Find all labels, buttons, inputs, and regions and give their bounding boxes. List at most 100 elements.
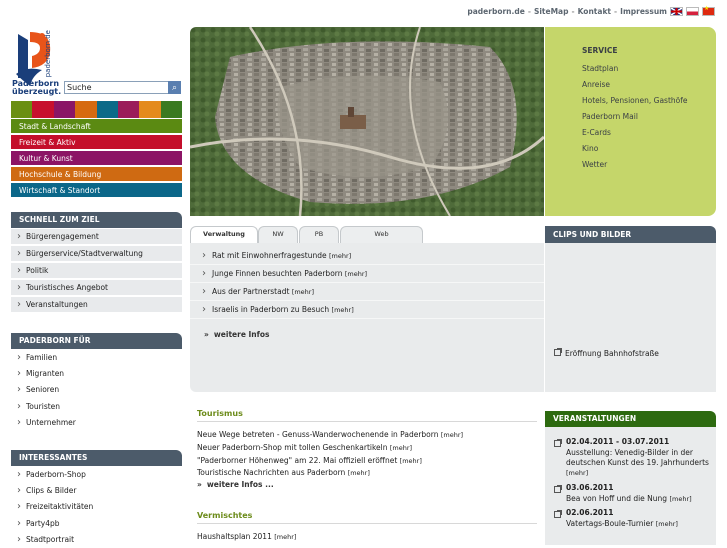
tab-nw[interactable]: NW [258, 226, 298, 243]
clips-panel: Eröffnung Bahnhofstraße [545, 243, 716, 392]
news-text: Rat mit Einwohnerfragestunde [212, 251, 327, 260]
event-text[interactable]: Ausstellung: Venedig-Bilder in der deuts… [566, 448, 712, 478]
logo-domain-text: paderborn.de [44, 30, 52, 78]
fuer-item-senioren[interactable]: Senioren [11, 382, 182, 398]
nav-wirtschaft-standort[interactable]: Wirtschaft & Standort [11, 183, 182, 198]
event-text[interactable]: Bea von Hoff und die Nung [mehr] [566, 494, 712, 504]
external-link-icon[interactable] [554, 439, 562, 447]
schnell-item-veranstaltungen[interactable]: Veranstaltungen [11, 297, 182, 313]
news-item[interactable]: Israelis in Paderborn zu Besuch [mehr] [190, 301, 544, 319]
mehr-link[interactable]: [mehr] [566, 469, 588, 477]
int-item-freizeitaktivitaeten[interactable]: Freizeitaktivitäten [11, 499, 182, 515]
veranstaltungen-heading: VERANSTALTUNGEN [545, 411, 716, 427]
mehr-link[interactable]: [mehr] [656, 520, 678, 528]
service-e-cards[interactable]: E-Cards [582, 128, 611, 137]
int-item-clips-bilder[interactable]: Clips & Bilder [11, 483, 182, 499]
int-item-paderborn-shop[interactable]: Paderborn-Shop [11, 467, 182, 483]
tourismus-heading: Tourismus [197, 409, 243, 418]
search-input[interactable] [64, 81, 170, 94]
tourismus-item[interactable]: Neuer Paderborn-Shop mit tollen Geschenk… [197, 443, 412, 452]
sitemap-link[interactable]: SiteMap [534, 7, 569, 16]
fuer-item-migranten[interactable]: Migranten [11, 366, 182, 382]
nav-freizeit-aktiv[interactable]: Freizeit & Aktiv [11, 135, 182, 150]
nav-hochschule-bildung[interactable]: Hochschule & Bildung [11, 167, 182, 182]
tab-web[interactable]: Web [340, 226, 423, 243]
clips-link-text: Eröffnung Bahnhofstraße [565, 349, 659, 358]
separator: - [614, 6, 618, 16]
fuer-item-familien[interactable]: Familien [11, 350, 182, 366]
mehr-link[interactable]: [mehr] [400, 457, 422, 465]
int-item-stadtportrait[interactable]: Stadtportrait [11, 532, 182, 548]
external-link-icon [554, 348, 562, 356]
mehr-link[interactable]: [mehr] [345, 270, 367, 278]
external-link-icon[interactable] [554, 510, 562, 518]
strip-segment [32, 101, 54, 118]
polish-flag-icon[interactable] [686, 6, 699, 16]
news-item[interactable]: Rat mit Einwohnerfragestunde [mehr] [190, 247, 544, 265]
event-date[interactable]: 02.04.2011 - 03.07.2011 [566, 437, 669, 446]
search-button[interactable]: ⌕ [168, 81, 181, 94]
vermischtes-item[interactable]: Haushaltsplan 2011 [mehr] [197, 532, 296, 541]
strip-segment [117, 101, 140, 118]
nav-kultur-kunst[interactable]: Kultur & Kunst [11, 151, 182, 166]
service-kino[interactable]: Kino [582, 144, 598, 153]
event-date[interactable]: 02.06.2011 [566, 508, 613, 517]
strip-segment [53, 101, 76, 118]
tourismus-item[interactable]: Touristische Nachrichten aus Paderborn [… [197, 468, 370, 477]
fuer-item-touristen[interactable]: Touristen [11, 399, 182, 415]
tab-verwaltung[interactable]: Verwaltung [190, 226, 258, 243]
external-link-icon[interactable] [554, 485, 562, 493]
english-flag-icon[interactable] [670, 6, 683, 16]
strip-segment [139, 101, 161, 118]
service-anreise[interactable]: Anreise [582, 80, 610, 89]
paderborn-fuer-heading: PADERBORN FÜR [11, 333, 182, 349]
mehr-link[interactable]: [mehr] [332, 306, 354, 314]
service-hotels[interactable]: Hotels, Pensionen, Gasthöfe [582, 96, 688, 105]
tourismus-item[interactable]: Neue Wege betreten - Genuss-Wanderwochen… [197, 430, 463, 439]
strip-segment [160, 101, 182, 118]
event-text[interactable]: Vatertags-Boule-Turnier [mehr] [566, 519, 712, 529]
schnell-item-politik[interactable]: Politik [11, 263, 182, 279]
mehr-link[interactable]: [mehr] [669, 495, 691, 503]
separator: - [571, 6, 575, 16]
schnell-item-buergerservice[interactable]: Bürgerservice/Stadtverwaltung [11, 246, 182, 262]
event-description: Ausstellung: Venedig-Bilder in der deuts… [566, 448, 709, 467]
tourismus-more-link[interactable]: » weitere Infos ... [197, 480, 274, 489]
top-links: paderborn.de - SiteMap - Kontakt - Impressu… [467, 5, 715, 16]
mehr-link[interactable]: [mehr] [390, 444, 412, 452]
news-more-link[interactable]: » weitere Infos [204, 330, 270, 339]
mehr-link[interactable]: [mehr] [329, 252, 351, 260]
mehr-link[interactable]: [mehr] [292, 288, 314, 296]
service-paderborn-mail[interactable]: Paderborn Mail [582, 112, 638, 121]
vermischtes-text: Haushaltsplan 2011 [197, 532, 272, 541]
news-more-text: weitere Infos [213, 330, 270, 339]
news-item[interactable]: Aus der Partnerstadt [mehr] [190, 283, 544, 301]
kontakt-link[interactable]: Kontakt [578, 7, 611, 16]
impressum-link[interactable]: Impressum [620, 7, 667, 16]
schnell-item-touristisches-angebot[interactable]: Touristisches Angebot [11, 280, 182, 296]
separator: - [527, 6, 531, 16]
domain-link[interactable]: paderborn.de [467, 7, 524, 16]
clips-link[interactable]: Eröffnung Bahnhofstraße [554, 348, 659, 358]
mehr-link[interactable]: [mehr] [348, 469, 370, 477]
news-text: Aus der Partnerstadt [212, 287, 290, 296]
nav-stadt-landschaft[interactable]: Stadt & Landschaft [11, 119, 182, 134]
chinese-flag-icon[interactable] [702, 5, 715, 16]
mehr-link[interactable]: [mehr] [441, 431, 463, 439]
strip-segment [11, 101, 33, 118]
schnell-item-buergerengagement[interactable]: Bürgerengagement [11, 229, 182, 245]
news-text: Junge Finnen besuchten Paderborn [212, 269, 343, 278]
service-stadtplan[interactable]: Stadtplan [582, 64, 618, 73]
tourismus-text: "Paderborner Höhenweg" am 22. Mai offizi… [197, 456, 398, 465]
aerial-city-image [190, 27, 544, 216]
int-item-party4pb[interactable]: Party4pb [11, 516, 182, 532]
service-wetter[interactable]: Wetter [582, 160, 607, 169]
event-date[interactable]: 03.06.2011 [566, 483, 613, 492]
fuer-item-unternehmer[interactable]: Unternehmer [11, 415, 182, 431]
mehr-link[interactable]: [mehr] [274, 533, 296, 541]
service-heading: SERVICE [582, 46, 618, 55]
news-item[interactable]: Junge Finnen besuchten Paderborn [mehr] [190, 265, 544, 283]
divider [197, 421, 537, 422]
tab-pb[interactable]: PB [299, 226, 339, 243]
tourismus-item[interactable]: "Paderborner Höhenweg" am 22. Mai offizi… [197, 456, 422, 465]
